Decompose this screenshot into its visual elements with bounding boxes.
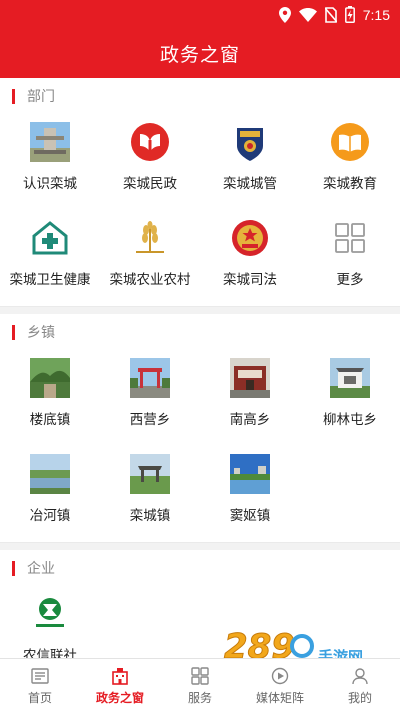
status-time: 7:15 <box>362 6 390 23</box>
section-accent-bar <box>12 560 15 576</box>
town-item-label: 南高乡 <box>229 412 271 428</box>
grid-icon <box>335 223 365 253</box>
section-title: 乡镇 <box>27 325 55 341</box>
city-management-badge-icon <box>237 128 263 161</box>
enterprise-item-rural-credit[interactable]: 农信联社 <box>0 586 100 658</box>
user-icon <box>352 668 368 685</box>
section-title: 部门 <box>27 89 55 105</box>
town-item-label: 窦妪镇 <box>229 508 271 524</box>
wheat-icon <box>136 221 164 253</box>
battery-charging-icon <box>344 6 355 23</box>
town-photo-icon <box>130 358 170 398</box>
building-icon <box>112 668 128 685</box>
dept-item-label: 栾城民政 <box>123 176 177 192</box>
dept-item-label: 栾城教育 <box>323 176 377 192</box>
enterprise-item-label: 农信联社 <box>23 648 77 658</box>
health-icon <box>32 221 68 255</box>
town-item-label: 西营乡 <box>129 412 171 428</box>
town-item-loudi[interactable]: 楼底镇 <box>0 350 100 446</box>
dept-item-label: 栾城卫生健康 <box>9 272 91 288</box>
dept-item-label: 更多 <box>336 272 364 288</box>
town-photo-icon <box>330 358 370 398</box>
section-accent-bar <box>12 324 15 340</box>
town-item-douyu[interactable]: 窦妪镇 <box>200 446 300 542</box>
no-sim-icon <box>324 6 337 23</box>
tab-label: 服务 <box>187 691 212 705</box>
town-item-label: 柳林屯乡 <box>323 412 377 428</box>
town-item-label: 栾城镇 <box>129 508 171 524</box>
dept-item-more[interactable]: 更多 <box>300 210 400 306</box>
content-area[interactable]: 部门 认识栾城 栾城民政 栾城城管 栾城教育 栾城卫生健康 栾城农业农村 栾城司… <box>0 78 400 658</box>
dept-item-label: 栾城农业农村 <box>109 272 191 288</box>
section-header-enterprise: 企业 <box>0 550 400 586</box>
dept-item-label: 栾城司法 <box>223 272 277 288</box>
dept-item-know-luancheng[interactable]: 认识栾城 <box>0 114 100 210</box>
town-photo-icon <box>230 358 270 398</box>
wifi-icon <box>298 7 317 22</box>
tab-label: 政务之窗 <box>95 691 144 705</box>
town-item-label: 冶河镇 <box>29 508 71 524</box>
department-grid: 认识栾城 栾城民政 栾城城管 栾城教育 栾城卫生健康 栾城农业农村 栾城司法 更… <box>0 114 400 306</box>
tab-home[interactable]: 首页 <box>0 659 80 712</box>
town-photo-icon <box>30 358 70 398</box>
newspaper-icon <box>31 668 49 684</box>
grid-icon <box>191 667 209 685</box>
book-icon <box>331 123 369 161</box>
town-photo-icon <box>230 454 270 494</box>
dept-item-agriculture[interactable]: 栾城农业农村 <box>100 210 200 306</box>
dept-item-civil-affairs[interactable]: 栾城民政 <box>100 114 200 210</box>
tab-label: 我的 <box>347 691 372 705</box>
town-item-xiying[interactable]: 西营乡 <box>100 350 200 446</box>
towns-grid: 楼底镇 西营乡 南高乡 柳林屯乡 冶河镇 栾城镇 窦妪镇 <box>0 350 400 542</box>
dept-item-education[interactable]: 栾城教育 <box>300 114 400 210</box>
location-icon <box>278 6 291 23</box>
section-accent-bar <box>12 88 15 104</box>
dept-item-justice[interactable]: 栾城司法 <box>200 210 300 306</box>
status-bar: 7:15 <box>0 0 400 32</box>
section-divider <box>0 306 400 314</box>
dept-item-city-management[interactable]: 栾城城管 <box>200 114 300 210</box>
app-header: 政务之窗 <box>0 32 400 78</box>
town-photo-icon <box>30 454 70 494</box>
tab-label: 媒体矩阵 <box>255 691 304 705</box>
rural-credit-logo-icon <box>36 598 64 627</box>
dept-item-label: 认识栾城 <box>23 176 77 192</box>
town-item-liulintun[interactable]: 柳林屯乡 <box>300 350 400 446</box>
town-item-yehe[interactable]: 冶河镇 <box>0 446 100 542</box>
town-item-nangao[interactable]: 南高乡 <box>200 350 300 446</box>
section-divider <box>0 542 400 550</box>
bottom-tab-bar: 首页 政务之窗 服务 媒体矩阵 我的 <box>0 658 400 712</box>
tab-media-matrix[interactable]: 媒体矩阵 <box>240 659 320 712</box>
section-header-towns: 乡镇 <box>0 314 400 350</box>
tab-profile[interactable]: 我的 <box>320 659 400 712</box>
dept-item-label: 栾城城管 <box>223 176 277 192</box>
tab-government-window[interactable]: 政务之窗 <box>80 659 160 712</box>
page-title: 政务之窗 <box>159 44 240 66</box>
section-header-department: 部门 <box>0 78 400 114</box>
city-gate-photo-icon <box>30 122 70 162</box>
town-item-luancheng[interactable]: 栾城镇 <box>100 446 200 542</box>
town-photo-icon <box>130 454 170 494</box>
dept-item-health[interactable]: 栾城卫生健康 <box>0 210 100 306</box>
tab-services[interactable]: 服务 <box>160 659 240 712</box>
justice-emblem-icon <box>232 220 268 256</box>
town-item-label: 楼底镇 <box>29 412 71 428</box>
civil-affairs-emblem-icon <box>131 123 169 161</box>
section-title: 企业 <box>27 561 55 577</box>
tab-label: 首页 <box>27 691 52 705</box>
media-icon <box>271 667 289 685</box>
